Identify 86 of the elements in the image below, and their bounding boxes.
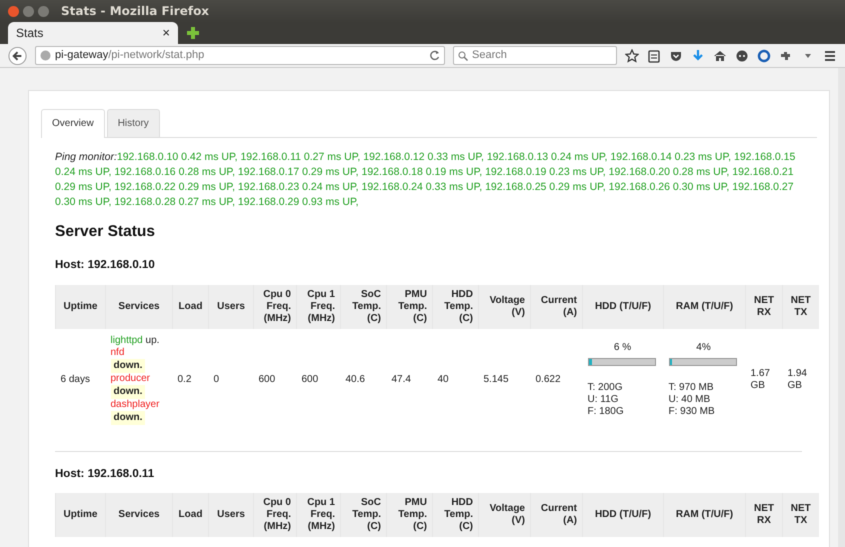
tab-title: Stats <box>16 25 44 42</box>
page-tab[interactable]: Overview <box>41 109 105 138</box>
search-box[interactable]: Search <box>453 46 617 65</box>
usage-line: T: 970 MB <box>668 382 715 394</box>
column-header: Current (A) <box>530 492 582 537</box>
table-cell: 40.6 <box>340 328 386 430</box>
column-header: RAM (T/U/F) <box>664 284 746 328</box>
tab-close-button[interactable]: × <box>162 23 170 43</box>
table-cell: 47.4 <box>386 328 432 430</box>
column-header: Services <box>106 492 172 537</box>
service-name: lighttpd <box>110 334 143 346</box>
service-status: down. <box>110 358 146 372</box>
table-cell: 5.145 <box>478 328 530 430</box>
column-header: Voltage (V) <box>478 284 530 328</box>
maximize-button[interactable] <box>38 6 49 16</box>
column-header: Load <box>172 492 208 537</box>
table-cell: 6 days <box>56 328 106 430</box>
url-text: pi-gateway/pi-network/stat.php <box>55 48 204 64</box>
column-header: NET TX <box>782 492 818 537</box>
column-header: Cpu 0 Freq. (MHz) <box>254 284 296 328</box>
table-cell: 600 <box>254 328 296 430</box>
table-cell: 600 <box>296 328 340 430</box>
host-heading: Host: 192.168.0.10 <box>55 258 156 274</box>
column-header: Users <box>208 284 254 328</box>
column-header: SoC Temp. (C) <box>340 284 386 328</box>
new-tab-icon[interactable] <box>186 26 200 40</box>
column-header: RAM (T/U/F) <box>664 492 746 537</box>
usage-line: U: 40 MB <box>668 394 712 406</box>
close-button[interactable] <box>8 6 19 16</box>
table-cell: 40 <box>432 328 478 430</box>
column-header: HDD Temp. (C) <box>432 492 478 537</box>
back-icon[interactable] <box>8 46 28 66</box>
service-name: nfd <box>110 346 124 358</box>
reload-icon[interactable] <box>429 50 440 61</box>
column-header: Cpu 1 Freq. (MHz) <box>296 492 340 537</box>
window-title: Stats - Mozilla Firefox <box>61 3 210 20</box>
usage-line: T: 200G <box>588 382 624 394</box>
table-cell: 1.94 GB <box>782 328 818 430</box>
usage-line: F: 930 MB <box>668 406 715 418</box>
column-header: Uptime <box>56 492 106 537</box>
bookmark-star-icon[interactable] <box>625 48 639 62</box>
ping-monitor-text: Ping monitor:192.168.0.10 0.42 ms UP, 192.168.0.11 0.27 ms UP, 192.168.0.12 0.33 ms UP, 192.168.0.13 0.24 ms UP, 192.168.0.14 0.23 ms UP, 192.168.0.15 0.24 ms UP, 192.168.0.16 0.28 ms UP, 192.168.0.17 0.29 ms UP, 192.168.0.18 0.19 ms UP, 192.168.0.19 0.23 ms UP, 192.168.0.20 0.28 ms UP, 192.168.0.21 0.29 ms UP, 192.168.0.22 0.29 ms UP, 192.168.0.23 0.24 ms UP, 192.168.0.24 0.33 ms UP, 192.168.0.25 0.29 ms UP, 192.168.0.26 0.30 ms UP, 192.168.0.27 0.30 ms UP, 192.168.0.28 0.27 ms UP, 192.168.0.29 0.93 ms UP, <box>55 150 796 210</box>
column-header: Uptime <box>56 284 106 328</box>
service-status: down. <box>110 410 146 424</box>
home-icon[interactable] <box>713 48 727 62</box>
column-header: HDD (T/U/F) <box>582 492 664 537</box>
search-input[interactable]: Search <box>472 47 612 64</box>
chat-icon[interactable] <box>735 48 749 62</box>
minimize-button[interactable] <box>23 6 34 16</box>
page-tab[interactable]: History <box>106 109 160 137</box>
service-name: dashplayer <box>110 398 160 410</box>
column-header: Load <box>172 284 208 328</box>
table-cell: 0 <box>208 328 254 430</box>
usage-line: F: 180G <box>588 406 624 418</box>
browser-tab[interactable]: Stats × <box>8 22 178 44</box>
column-header: Voltage (V) <box>478 492 530 537</box>
column-header: SoC Temp. (C) <box>340 492 386 537</box>
column-header: NET RX <box>746 284 782 328</box>
column-header: Services <box>106 284 172 328</box>
column-header: Users <box>208 492 254 537</box>
section-heading: Server Status <box>55 222 156 242</box>
column-header: NET RX <box>746 492 782 537</box>
column-header: HDD Temp. (C) <box>432 284 478 328</box>
column-header: PMU Temp. (C) <box>386 492 432 537</box>
menu-icon[interactable] <box>823 48 837 62</box>
host-heading: Host: 192.168.0.11 <box>55 466 156 482</box>
globe-icon <box>40 50 52 61</box>
table-cell: 0.2 <box>172 328 208 430</box>
table-cell: 0.622 <box>530 328 582 430</box>
usage-line: U: 11G <box>588 394 620 406</box>
usage-percent: 6 % <box>612 342 632 354</box>
search-icon <box>458 50 468 60</box>
url-field[interactable]: pi-gateway/pi-network/stat.php <box>35 46 445 65</box>
column-header: Cpu 1 Freq. (MHz) <box>296 284 340 328</box>
download-icon[interactable] <box>691 48 705 62</box>
service-name: producer <box>110 372 150 384</box>
service-status: up. <box>146 334 160 346</box>
column-header: Current (A) <box>530 284 582 328</box>
column-header: PMU Temp. (C) <box>386 284 432 328</box>
clipboard-icon[interactable] <box>647 48 661 62</box>
column-header: Cpu 0 Freq. (MHz) <box>254 492 296 537</box>
usage-percent: 4% <box>695 342 712 354</box>
table-cell: 1.67 GB <box>746 328 782 430</box>
service-status: down. <box>110 384 146 398</box>
column-header: NET TX <box>782 284 818 328</box>
column-header: HDD (T/U/F) <box>582 284 664 328</box>
